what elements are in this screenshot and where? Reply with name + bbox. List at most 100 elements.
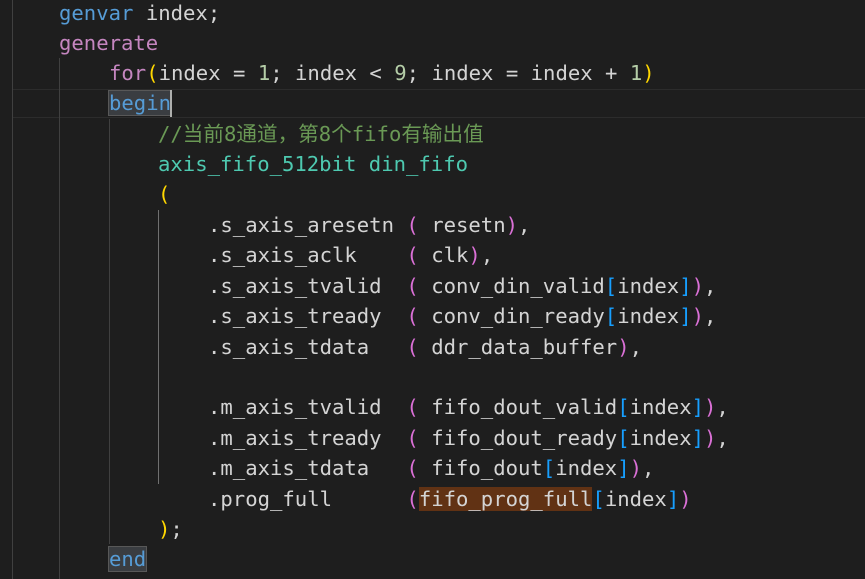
code-token: , xyxy=(629,335,642,359)
code-token: .s_axis_tready xyxy=(208,304,382,328)
code-token: ) xyxy=(642,61,655,85)
code-token: .m_axis_tready xyxy=(208,426,382,450)
code-line[interactable]: genvar index; xyxy=(59,0,220,28)
code-token: ( xyxy=(406,304,419,328)
code-token: 1 xyxy=(629,61,643,85)
code-line[interactable]: .prog_full (fifo_prog_full[index]) xyxy=(208,484,692,514)
code-token: index xyxy=(145,1,208,25)
code-line[interactable]: end xyxy=(107,544,148,574)
code-token: ] xyxy=(679,304,692,328)
code-token: ] xyxy=(691,426,705,450)
code-token: .s_axis_tvalid xyxy=(208,274,382,298)
code-token: ) xyxy=(505,213,518,237)
code-token: .prog_full xyxy=(208,487,332,511)
code-token: , xyxy=(642,456,655,480)
code-token: fifo_dout_ready xyxy=(418,426,618,450)
code-line[interactable]: .s_axis_tdata ( ddr_data_buffer), xyxy=(208,332,642,362)
code-line[interactable]: .s_axis_tvalid ( conv_din_valid[index]), xyxy=(208,271,716,301)
code-line[interactable]: .m_axis_tdata ( fifo_dout[index]), xyxy=(208,453,654,483)
code-token: fifo_dout_valid xyxy=(418,395,618,419)
code-token: .m_axis_tdata xyxy=(208,456,370,480)
code-token: [ xyxy=(617,395,630,419)
code-token: ) xyxy=(704,426,717,450)
code-token: ] xyxy=(666,487,680,511)
code-token: index xyxy=(629,426,692,450)
code-token: ( xyxy=(406,213,419,237)
code-token: ) xyxy=(629,456,643,480)
indent-guide xyxy=(158,210,159,484)
code-token: ; xyxy=(170,517,183,541)
code-token: //当前8通道，第8个fifo有输出值 xyxy=(158,122,484,146)
code-token: .m_axis_tvalid xyxy=(208,395,382,419)
code-token: = xyxy=(220,61,258,85)
code-token: , xyxy=(716,395,729,419)
code-token: , xyxy=(518,213,531,237)
code-token: [ xyxy=(542,456,556,480)
code-token: ( xyxy=(406,243,419,267)
code-token: fifo_dout xyxy=(418,456,543,480)
code-line[interactable]: .m_axis_tready ( fifo_dout_ready[index])… xyxy=(208,423,729,453)
code-line[interactable]: .m_axis_tvalid ( fifo_dout_valid[index])… xyxy=(208,392,729,422)
indent-guide xyxy=(109,119,110,544)
code-token: , xyxy=(716,426,729,450)
code-token: ) xyxy=(468,243,481,267)
code-token: ; xyxy=(270,61,296,85)
code-token: ) xyxy=(691,274,705,298)
code-token: [ xyxy=(592,487,605,511)
code-token: ( xyxy=(406,456,419,480)
code-token: ( xyxy=(406,487,419,511)
code-token: ] xyxy=(691,395,705,419)
text-cursor xyxy=(170,90,172,117)
code-token: index xyxy=(555,456,618,480)
code-token: [ xyxy=(617,426,630,450)
code-token: ] xyxy=(679,274,692,298)
code-line[interactable]: axis_fifo_512bit din_fifo xyxy=(158,149,468,179)
code-line[interactable]: ); xyxy=(158,514,183,544)
code-token: ) xyxy=(704,395,717,419)
code-token: index xyxy=(431,61,494,85)
code-token: fifo_prog_full xyxy=(418,487,593,511)
code-line[interactable]: generate xyxy=(59,28,158,58)
code-token: .s_axis_tdata xyxy=(208,335,370,359)
code-token: axis_fifo_512bit xyxy=(158,152,357,176)
code-token: ( xyxy=(406,395,419,419)
code-token: ; xyxy=(406,61,432,85)
code-token: ddr_data_buffer xyxy=(418,335,618,359)
code-line[interactable]: .s_axis_aresetn ( resetn), xyxy=(208,210,530,240)
code-token: for xyxy=(109,61,147,85)
code-token: din_fifo xyxy=(368,152,468,176)
code-token: , xyxy=(480,243,494,267)
code-token: ) xyxy=(617,335,630,359)
code-line[interactable]: begin xyxy=(108,88,172,118)
code-line[interactable]: .s_axis_aclk ( clk), xyxy=(208,240,493,270)
code-token: generate xyxy=(59,31,159,55)
code-line[interactable]: for(index = 1; index < 9; index = index … xyxy=(109,58,655,88)
code-token: index xyxy=(617,304,680,328)
code-token: index xyxy=(629,395,692,419)
code-token: [ xyxy=(604,304,618,328)
code-token: ( xyxy=(146,61,159,85)
code-token: 9 xyxy=(394,61,407,85)
code-editor[interactable]: genvar index; generate for(index = 1; inde… xyxy=(0,0,865,579)
code-token: ] xyxy=(617,456,630,480)
code-line[interactable]: //当前8通道，第8个fifo有输出值 xyxy=(158,119,484,149)
code-token: index xyxy=(617,274,680,298)
code-line[interactable]: .s_axis_tready ( conv_din_ready[index]), xyxy=(208,301,716,331)
code-token: index xyxy=(530,61,593,85)
code-line[interactable]: ( xyxy=(158,179,170,209)
code-token: begin xyxy=(108,90,172,116)
code-token: ) xyxy=(679,487,692,511)
code-token: ( xyxy=(158,182,171,206)
code-token: conv_din_ready xyxy=(418,304,605,328)
code-token: + xyxy=(592,61,630,85)
code-token: ) xyxy=(158,517,171,541)
code-token: , xyxy=(704,304,717,328)
code-token: 1 xyxy=(257,61,271,85)
